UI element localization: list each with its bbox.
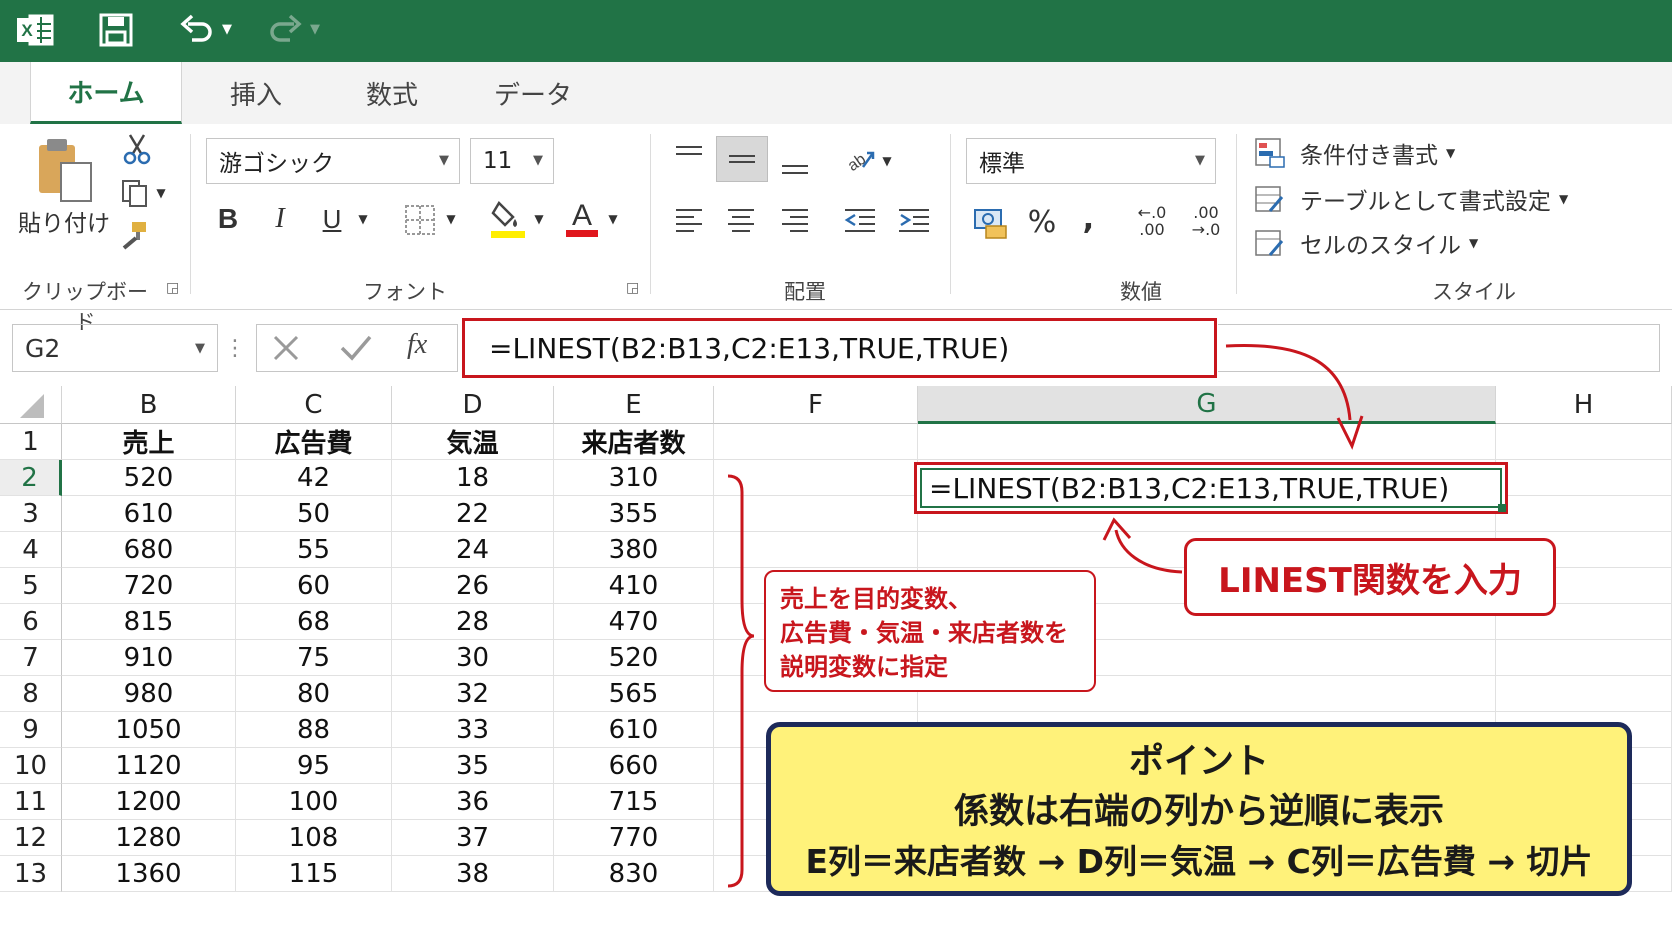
formula-to-cell-arrowhead — [1336, 415, 1364, 450]
data-range-brace — [727, 474, 755, 888]
callout-linest-input: LINEST関数を入力 — [1184, 538, 1556, 616]
callout-variables-line: 説明変数に指定 — [780, 653, 948, 681]
point-line1: 係数は右端の列から逆順に表示 — [953, 792, 1444, 832]
callout-variables-line: 広告費・気温・来店者数を — [780, 619, 1068, 647]
point-title: ポイント — [1128, 742, 1269, 782]
active-cell-value: =LINEST(B2:B13,C2:E13,TRUE,TRUE) — [929, 471, 1450, 505]
callout-variables: 売上を目的変数、 広告費・気温・来店者数を 説明変数に指定 — [764, 570, 1096, 692]
point-box: ポイント 係数は右端の列から逆順に表示 E列＝来店者数 → D列＝気温 → C列… — [766, 722, 1632, 896]
fill-handle[interactable] — [1498, 504, 1506, 512]
point-line2: E列＝来店者数 → D列＝気温 → C列＝広告費 → 切片 — [805, 842, 1593, 881]
formula-to-cell-arrow — [1225, 343, 1352, 421]
callout-variables-line: 売上を目的変数、 — [780, 585, 972, 613]
active-cell-g2[interactable]: =LINEST(B2:B13,C2:E13,TRUE,TRUE) — [914, 462, 1508, 514]
callout-to-cell-arrow — [1114, 529, 1183, 574]
